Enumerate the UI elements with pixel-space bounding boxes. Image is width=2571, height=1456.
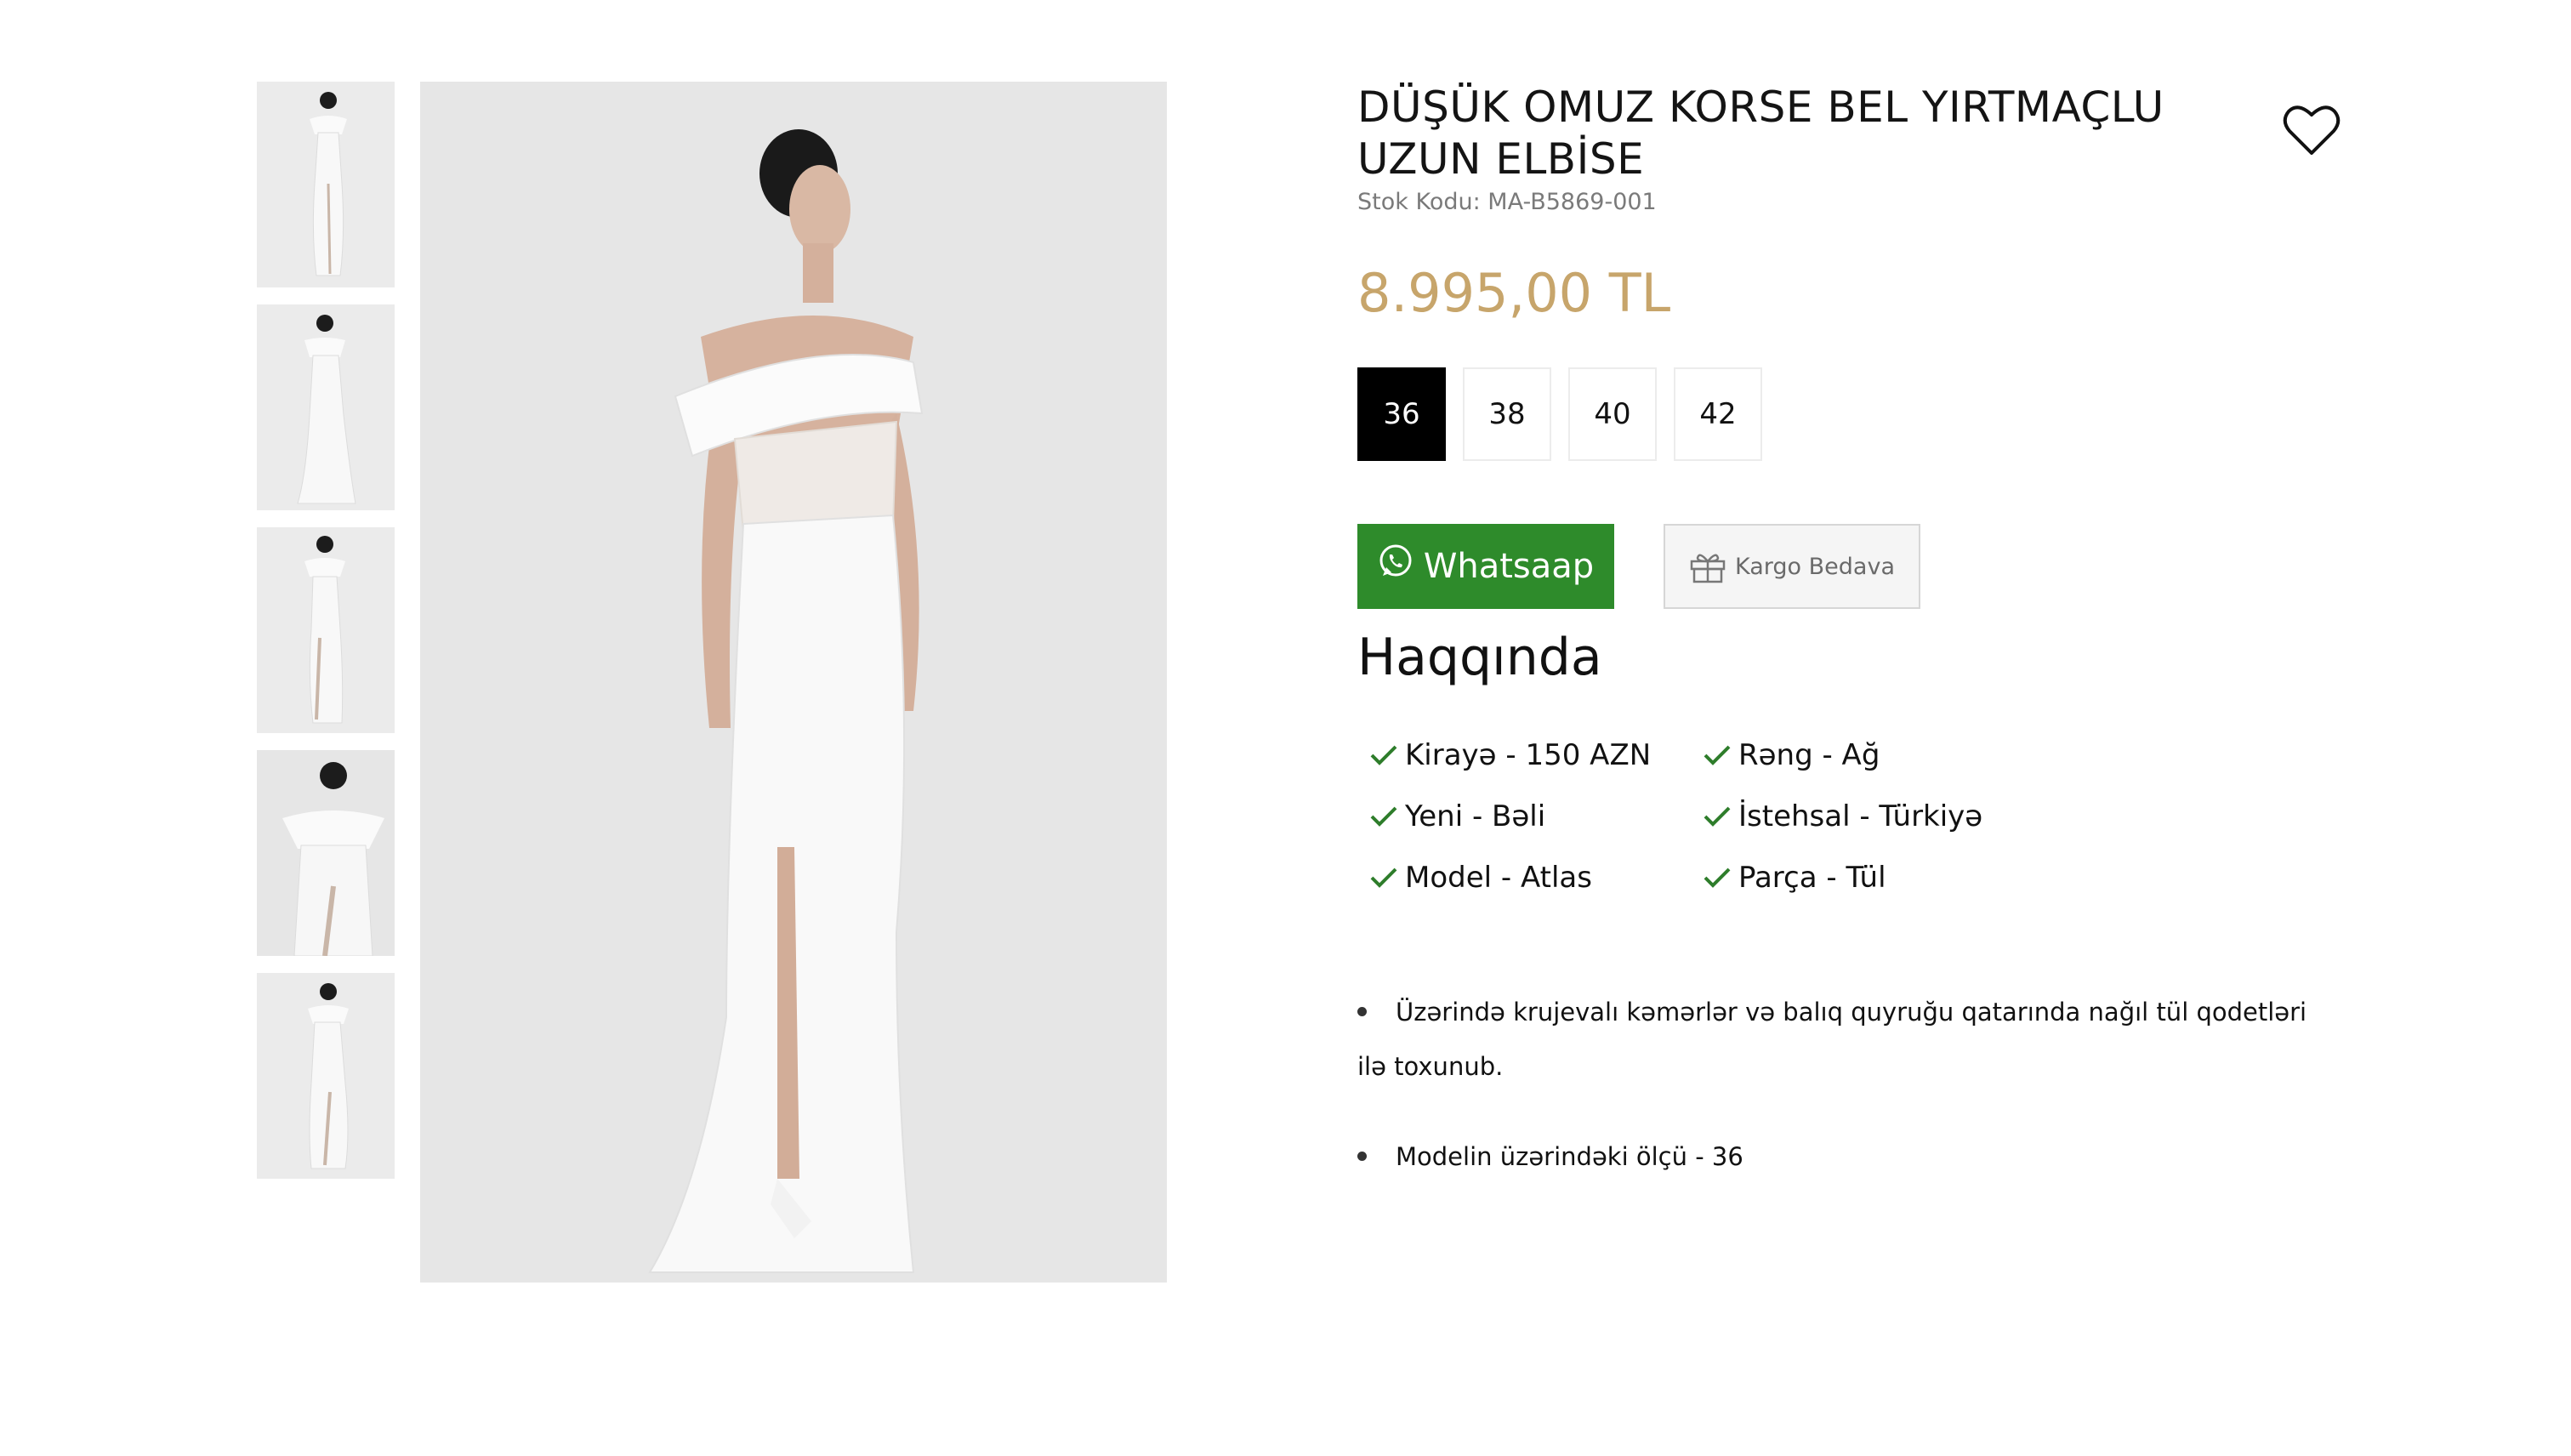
wishlist-button[interactable] <box>2282 102 2341 158</box>
size-option-38[interactable]: 38 <box>1463 367 1551 461</box>
dress-photo-main <box>420 82 1167 1283</box>
check-icon <box>1370 867 1397 888</box>
attribute-text: Rəng - Ağ <box>1738 738 1880 772</box>
gift-icon <box>1690 554 1726 583</box>
whatsapp-button[interactable]: Whatsaap <box>1357 524 1614 609</box>
attribute-item: İstehsal - Türkiyə <box>1703 799 1982 833</box>
size-option-42[interactable]: 42 <box>1674 367 1762 461</box>
description-item: Üzərində krujevalı kəmərlər və balıq quy… <box>1357 985 2335 1094</box>
size-selector: 36 38 40 42 <box>1357 367 1762 461</box>
attribute-text: Parça - Tül <box>1738 861 1886 895</box>
whatsapp-label: Whatsaap <box>1423 547 1595 586</box>
attribute-text: Yeni - Bəli <box>1405 799 1546 833</box>
free-shipping-button[interactable]: Kargo Bedava <box>1664 524 1920 609</box>
attribute-item: Kirayə - 150 AZN <box>1369 738 1651 772</box>
check-icon <box>1704 867 1731 888</box>
check-icon <box>1704 806 1731 827</box>
about-heading: Haqqında <box>1357 628 1602 687</box>
size-option-36[interactable]: 36 <box>1357 367 1446 461</box>
bullet <box>1357 1151 1367 1161</box>
bullet <box>1357 1006 1367 1016</box>
thumbnail-2[interactable] <box>257 304 395 510</box>
thumbnail-1[interactable] <box>257 82 395 287</box>
dress-photo-front <box>257 82 395 287</box>
check-icon <box>1370 745 1397 765</box>
product-sku: Stok Kodu: MA-B5869-001 <box>1357 189 1657 215</box>
attribute-item: Model - Atlas <box>1369 861 1592 895</box>
whatsapp-icon <box>1379 544 1412 577</box>
check-icon <box>1704 745 1731 765</box>
dress-photo-pose <box>257 973 395 1179</box>
product-price: 8.995,00 TL <box>1357 262 1671 324</box>
heart-icon <box>2283 105 2341 155</box>
description-text: Üzərində krujevalı kəmərlər və balıq quy… <box>1357 998 2307 1081</box>
attribute-item: Rəng - Ağ <box>1703 738 1880 772</box>
product-title: DÜŞÜK OMUZ KORSE BEL YIRTMAÇLU UZUN ELBİ… <box>1357 82 2164 184</box>
dress-photo-back <box>257 304 395 510</box>
attribute-item: Parça - Tül <box>1703 861 1886 895</box>
thumbnail-3[interactable] <box>257 527 395 733</box>
description-item: Modelin üzərindəki ölçü - 36 <box>1357 1129 2335 1184</box>
thumbnail-4[interactable] <box>257 750 395 956</box>
attribute-text: Model - Atlas <box>1405 861 1592 895</box>
dress-photo-side <box>257 527 395 733</box>
attribute-item: Yeni - Bəli <box>1369 799 1545 833</box>
dress-photo-closeup <box>257 750 395 956</box>
main-product-image[interactable] <box>420 82 1167 1283</box>
description-text: Modelin üzərindəki ölçü - 36 <box>1396 1142 1743 1171</box>
size-option-40[interactable]: 40 <box>1568 367 1657 461</box>
free-shipping-label: Kargo Bedava <box>1735 553 1895 580</box>
check-icon <box>1370 806 1397 827</box>
attribute-text: İstehsal - Türkiyə <box>1738 799 1983 833</box>
thumbnail-5[interactable] <box>257 973 395 1179</box>
attribute-text: Kirayə - 150 AZN <box>1405 738 1652 772</box>
